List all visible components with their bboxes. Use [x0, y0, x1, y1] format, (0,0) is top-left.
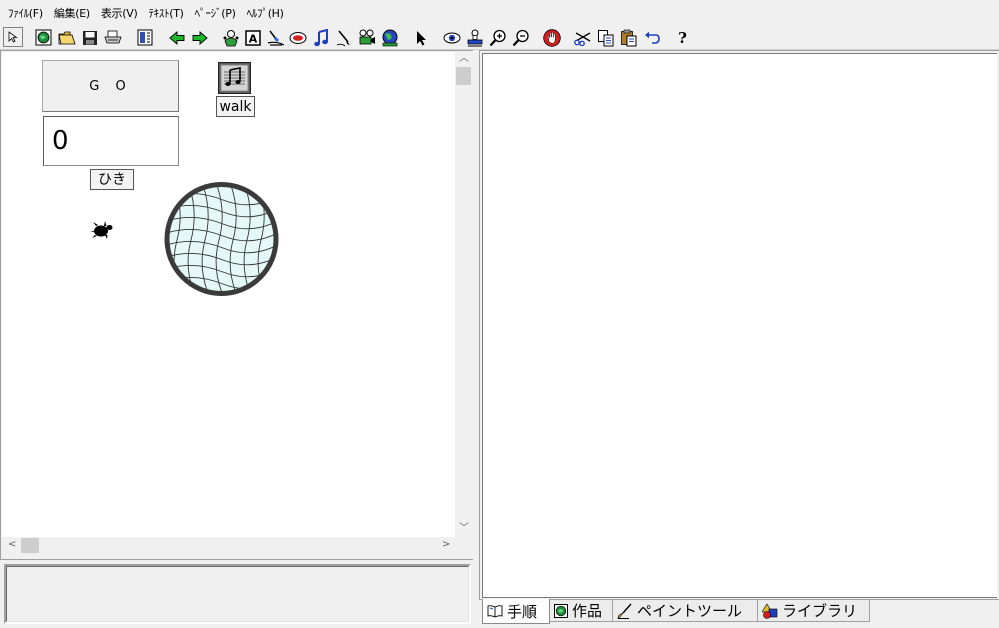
- pen-icon[interactable]: [333, 27, 354, 48]
- menu-view[interactable]: 表示(V): [97, 5, 145, 21]
- tab-label: ペイントツール: [637, 602, 743, 620]
- shapes-icon: [762, 602, 778, 619]
- stamp-icon[interactable]: [464, 27, 485, 48]
- stage-canvas[interactable]: G O 0 ひき walk: [2, 52, 455, 537]
- world-icon[interactable]: [379, 27, 400, 48]
- sound-object-icon[interactable]: [218, 62, 251, 94]
- save-icon[interactable]: [79, 27, 100, 48]
- paste-icon[interactable]: [618, 27, 639, 48]
- tab-procedure[interactable]: 手順: [482, 599, 550, 624]
- tab-label: ライブラリ: [782, 602, 858, 620]
- vertical-scroll-thumb[interactable]: [456, 67, 471, 85]
- tab-label: 作品: [572, 602, 603, 620]
- stage-panel: G O 0 ひき walk ︿ ﹀ < >: [0, 50, 473, 560]
- stage-horizontal-scrollbar[interactable]: < >: [2, 537, 455, 554]
- print-icon[interactable]: [102, 27, 123, 48]
- scroll-down-icon[interactable]: ﹀: [459, 522, 469, 536]
- scroll-up-icon[interactable]: ︿: [459, 52, 469, 66]
- tab-works[interactable]: 作品: [549, 600, 613, 622]
- help-icon[interactable]: ?: [672, 27, 693, 48]
- go-button[interactable]: G O: [42, 60, 179, 112]
- globe-icon: [554, 603, 568, 618]
- tab-library[interactable]: ライブラリ: [757, 600, 870, 622]
- scroll-left-icon[interactable]: <: [8, 538, 16, 552]
- undo-icon[interactable]: [641, 27, 662, 48]
- arrow-cursor-icon[interactable]: [410, 27, 431, 48]
- pointer-small-icon[interactable]: [3, 27, 23, 47]
- forward-arrow-icon[interactable]: [189, 27, 210, 48]
- copy-icon[interactable]: [595, 27, 616, 48]
- hand-stop-icon[interactable]: [541, 27, 562, 48]
- counter-field: 0: [43, 116, 179, 166]
- music-icon[interactable]: [310, 27, 331, 48]
- back-arrow-icon[interactable]: [166, 27, 187, 48]
- tab-paint-tool[interactable]: ペイントツール: [612, 600, 758, 622]
- zoom-in-icon[interactable]: [487, 27, 508, 48]
- turtle-icon[interactable]: [89, 218, 115, 242]
- button-tool-icon[interactable]: [287, 27, 308, 48]
- menu-page[interactable]: ﾍﾟｰｼﾞ(P): [191, 5, 243, 21]
- menu-help[interactable]: ﾍﾙﾌﾟ(H): [243, 5, 291, 21]
- horizontal-scroll-thumb[interactable]: [21, 538, 39, 553]
- tab-label: 手順: [507, 602, 538, 621]
- layout-icon[interactable]: [134, 27, 155, 48]
- counter-label: ひき: [90, 169, 134, 190]
- right-panel: [479, 50, 999, 600]
- paint-icon[interactable]: [265, 27, 286, 48]
- menu-bar: ﾌｧｲﾙ(F) 編集(E) 表示(V) ﾃｷｽﾄ(T) ﾍﾟｰｼﾞ(P) ﾍﾙﾌ…: [0, 0, 999, 25]
- character-icon[interactable]: [220, 27, 241, 48]
- net-ball-icon[interactable]: [163, 180, 280, 298]
- movie-icon[interactable]: [356, 27, 377, 48]
- brush-icon: [617, 603, 633, 619]
- open-folder-icon[interactable]: [56, 27, 77, 48]
- book-icon: [487, 604, 503, 618]
- menu-text[interactable]: ﾃｷｽﾄ(T): [144, 5, 190, 21]
- menu-file[interactable]: ﾌｧｲﾙ(F): [4, 5, 50, 21]
- scissors-icon[interactable]: [572, 27, 593, 48]
- stage-vertical-scrollbar[interactable]: ︿ ﹀: [455, 52, 472, 537]
- zoom-out-icon[interactable]: [510, 27, 531, 48]
- svg-text:A: A: [248, 32, 257, 45]
- eye-icon[interactable]: [441, 27, 462, 48]
- scroll-right-icon[interactable]: >: [442, 538, 450, 552]
- menu-edit[interactable]: 編集(E): [50, 5, 97, 21]
- sound-label: walk: [216, 96, 255, 117]
- text-tool-icon[interactable]: A: [242, 27, 263, 48]
- procedure-content[interactable]: [482, 53, 997, 598]
- message-area: [4, 564, 471, 624]
- globe-icon[interactable]: [33, 27, 54, 48]
- tab-bar: 手順 作品 ペイントツール ライブラリ: [479, 599, 999, 628]
- toolbar: A ?: [0, 25, 999, 50]
